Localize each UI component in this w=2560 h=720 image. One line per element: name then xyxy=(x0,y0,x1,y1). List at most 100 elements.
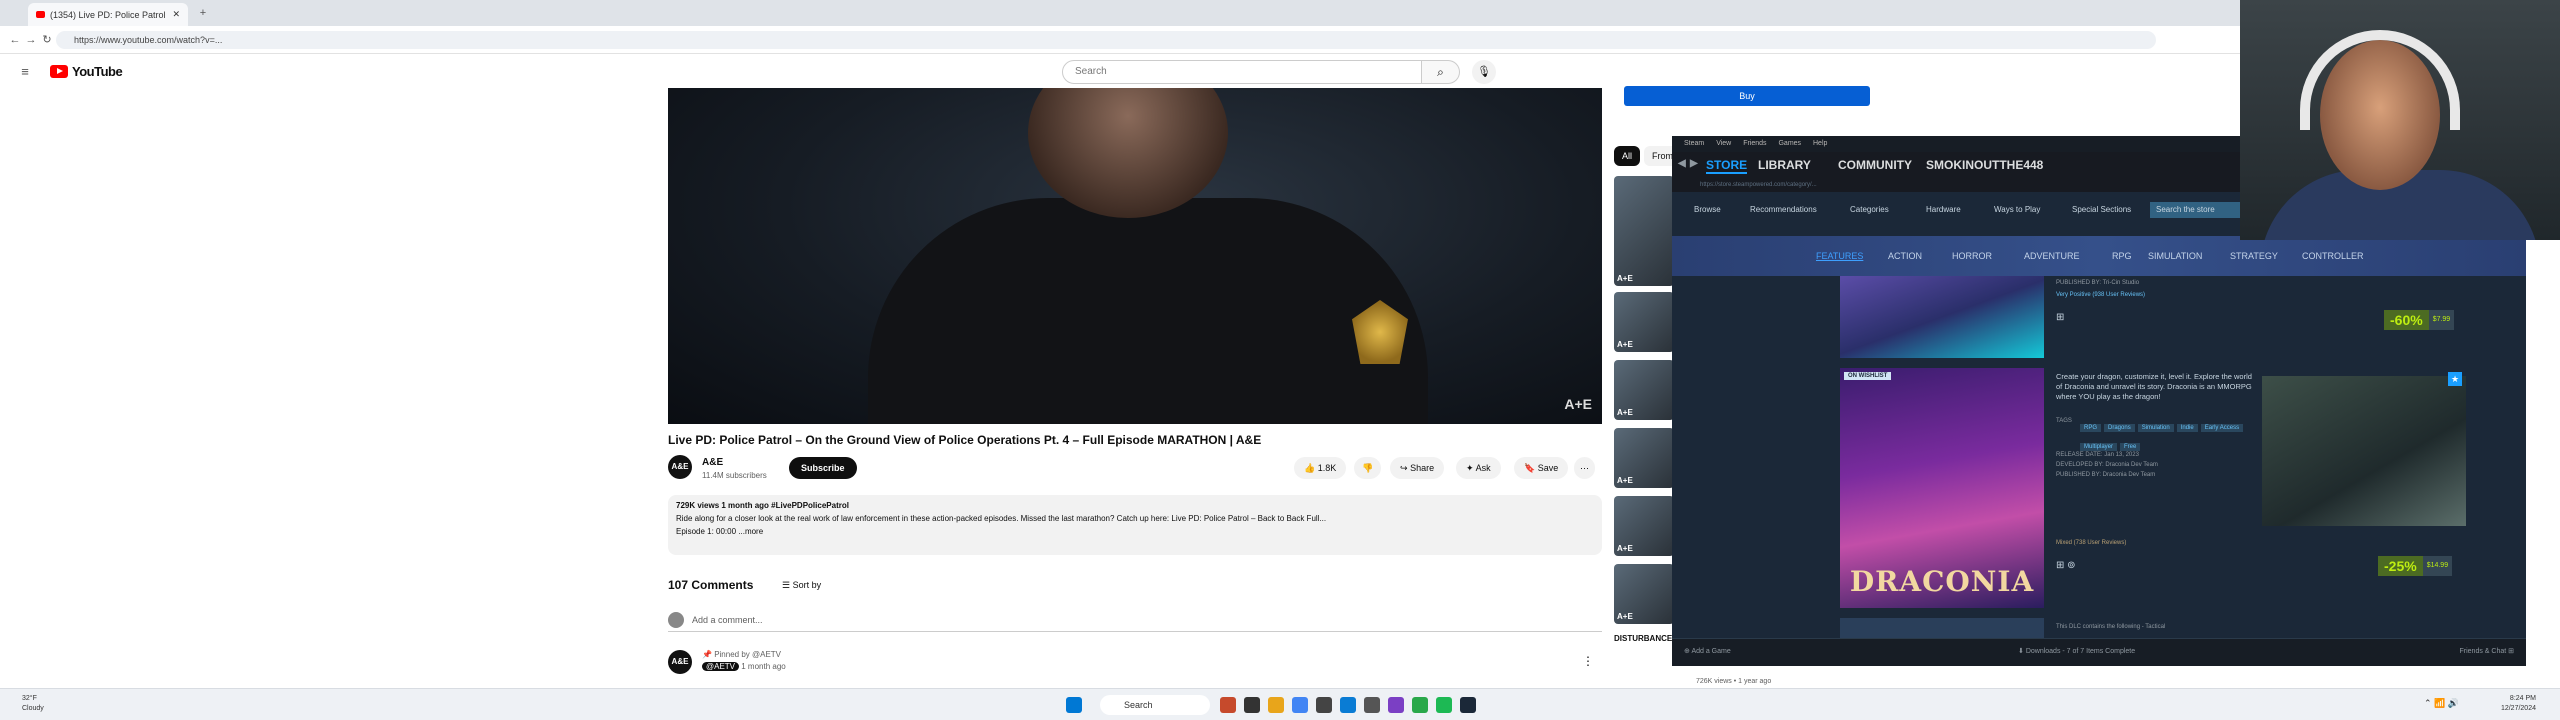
edge-icon[interactable] xyxy=(1340,697,1356,713)
forward-icon[interactable]: → xyxy=(24,33,38,47)
steam-icon[interactable] xyxy=(1460,697,1476,713)
description-episode[interactable]: Episode 1: 00:00 ...more xyxy=(676,527,1594,536)
tray-icons[interactable]: ⌃ 📶 🔊 xyxy=(2424,698,2459,709)
related-video-thumbnail[interactable]: A+E xyxy=(1614,428,1674,488)
next-game-cover-image[interactable] xyxy=(1840,618,2044,638)
steam-forward-icon[interactable]: ▶ xyxy=(1690,158,1698,169)
category-action[interactable]: ACTION xyxy=(1888,251,1922,261)
category-strategy[interactable]: STRATEGY xyxy=(2230,251,2278,261)
draconia-cover-image[interactable]: ON WISHLIST DRACONIA xyxy=(1840,368,2044,608)
steam-menu-friends[interactable]: Friends xyxy=(1743,140,1766,147)
app-icon[interactable] xyxy=(1316,697,1332,713)
steam-menu-view[interactable]: View xyxy=(1716,140,1731,147)
related-video-thumbnail[interactable]: A+E xyxy=(1614,564,1674,624)
game1-discount[interactable]: -60% $7.99 xyxy=(2384,310,2455,330)
weather-widget[interactable]: 32°F Cloudy xyxy=(22,694,44,714)
video-description[interactable]: 729K views 1 month ago #LivePDPolicePatr… xyxy=(668,495,1602,555)
related-video-title[interactable]: DISTURBANCE xyxy=(1614,634,1672,643)
chrome-icon[interactable] xyxy=(1292,697,1308,713)
share-button[interactable]: ↪ Share xyxy=(1390,457,1445,479)
user-avatar xyxy=(668,612,684,628)
steam-nav-profile[interactable]: SMOKINOUTTHE448 xyxy=(1926,158,2043,172)
new-tab-icon[interactable]: + xyxy=(196,6,210,20)
comment-avatar[interactable]: A&E xyxy=(668,650,692,674)
like-button[interactable]: 👍 1.8K xyxy=(1294,457,1347,479)
steam-nav-store[interactable]: STORE xyxy=(1706,158,1748,174)
subnav-categories[interactable]: Categories xyxy=(1850,205,1889,214)
ask-button[interactable]: ✦ Ask xyxy=(1456,457,1501,479)
task-view-icon[interactable] xyxy=(1244,697,1260,713)
search-input[interactable]: Search xyxy=(1062,60,1422,84)
category-rpg[interactable]: RPG xyxy=(2112,251,2132,261)
next-game-text: This DLC contains the following - Tactic… xyxy=(2056,624,2166,630)
steam-menu-help[interactable]: Help xyxy=(1813,140,1827,147)
pinned-user[interactable]: @AETV 1 month ago xyxy=(702,662,786,671)
steam-menu-games[interactable]: Games xyxy=(1778,140,1801,147)
category-features[interactable]: FEATURES xyxy=(1816,251,1863,261)
related-video-meta: 726K views • 1 year ago xyxy=(1696,678,1772,685)
game2-publisher: PUBLISHED BY: Draconia Dev Team xyxy=(2056,472,2156,478)
refresh-icon[interactable]: ↻ xyxy=(40,33,54,47)
comment-menu-icon[interactable]: ⋮ xyxy=(1582,654,1594,668)
buy-button[interactable]: Buy xyxy=(1624,86,1870,106)
related-video-thumbnail[interactable]: A+E xyxy=(1614,176,1674,286)
category-simulation[interactable]: SIMULATION xyxy=(2148,251,2202,261)
steam-nav-community[interactable]: COMMUNITY xyxy=(1838,158,1912,172)
game2-discount[interactable]: -25% $14.99 xyxy=(2378,556,2453,576)
category-horror[interactable]: HORROR xyxy=(1952,251,1992,261)
subnav-browse[interactable]: Browse xyxy=(1694,205,1721,214)
subscribe-button[interactable]: Subscribe xyxy=(789,457,857,479)
start-icon[interactable] xyxy=(1066,697,1082,713)
steam-menu-steam[interactable]: Steam xyxy=(1684,140,1704,147)
add-comment-field[interactable]: Add a comment... xyxy=(668,612,1602,632)
windows-icon: ⊞ xyxy=(2056,312,2065,323)
close-tab-icon[interactable]: ✕ xyxy=(172,9,180,20)
save-button[interactable]: 🔖 Save xyxy=(1514,457,1569,479)
file-explorer-icon[interactable] xyxy=(1268,697,1284,713)
chip-all[interactable]: All xyxy=(1614,146,1641,166)
steam-category-bar: FEATURES ACTION HORROR ADVENTURE RPG SIM… xyxy=(1672,236,2526,276)
category-adventure[interactable]: ADVENTURE xyxy=(2024,251,2080,261)
game2-tags: RPG Dragons Simulation Indie Early AccessMul… xyxy=(2080,416,2260,454)
downloads-status[interactable]: ⬇ Downloads - 7 of 7 Items Complete xyxy=(2018,647,2135,655)
category-controller[interactable]: CONTROLLER xyxy=(2302,251,2364,261)
spotify-icon[interactable] xyxy=(1436,697,1452,713)
friends-chat-button[interactable]: Friends & Chat ⊞ xyxy=(2460,647,2515,655)
video-title: Live PD: Police Patrol – On the Ground V… xyxy=(668,433,1262,447)
back-icon[interactable]: ← xyxy=(8,33,22,47)
star-icon[interactable]: ★ xyxy=(2448,372,2462,386)
url-field[interactable]: https://www.youtube.com/watch?v=... xyxy=(56,31,2156,49)
add-game-button[interactable]: ⊕ Add a Game xyxy=(1684,647,1731,655)
dislike-button[interactable]: 👎 xyxy=(1354,457,1382,479)
app-icon[interactable] xyxy=(1220,697,1236,713)
youtube-logo[interactable]: YouTube xyxy=(50,64,123,79)
browser-tab[interactable]: (1354) Live PD: Police Patrol ✕ xyxy=(28,3,188,26)
obs-icon[interactable] xyxy=(1388,697,1404,713)
subnav-special-sections[interactable]: Special Sections xyxy=(2072,205,2131,214)
subnav-ways-to-play[interactable]: Ways to Play xyxy=(1994,205,2040,214)
search-button[interactable]: ⌕ xyxy=(1422,60,1460,84)
game-cover-image[interactable] xyxy=(1840,276,2044,358)
subnav-recommendations[interactable]: Recommendations xyxy=(1750,205,1817,214)
subnav-hardware[interactable]: Hardware xyxy=(1926,205,1961,214)
game2-screenshot-image[interactable]: ★ xyxy=(2262,372,2466,526)
app-icon[interactable] xyxy=(1364,697,1380,713)
mic-button[interactable]: 🎙 xyxy=(1472,60,1496,84)
related-video-thumbnail[interactable]: A+E xyxy=(1614,360,1674,420)
steam-nav-library[interactable]: LIBRARY xyxy=(1758,158,1811,172)
menu-icon[interactable]: ≡ xyxy=(18,65,32,79)
steam-back-icon[interactable]: ◀ xyxy=(1678,158,1686,169)
more-actions-button[interactable]: ⋯ xyxy=(1574,457,1595,479)
related-video-thumbnail[interactable]: A+E xyxy=(1614,496,1674,556)
more-icon: ⋯ xyxy=(1580,463,1589,473)
game1-publisher: PUBLISHED BY: Tri-Cin Studio xyxy=(2056,280,2140,286)
taskbar-clock[interactable]: 8:24 PM 12/27/2024 xyxy=(2501,694,2536,714)
channel-name[interactable]: A&E xyxy=(702,457,723,468)
taskbar-search[interactable]: Search xyxy=(1100,695,1210,715)
headset-icon xyxy=(2300,30,2460,130)
channel-avatar[interactable]: A&E xyxy=(668,455,692,479)
sort-by-button[interactable]: ☰ Sort by xyxy=(782,580,821,591)
xbox-icon[interactable] xyxy=(1412,697,1428,713)
related-video-thumbnail[interactable]: A+E xyxy=(1614,292,1674,352)
video-player[interactable]: A+E xyxy=(668,88,1602,424)
